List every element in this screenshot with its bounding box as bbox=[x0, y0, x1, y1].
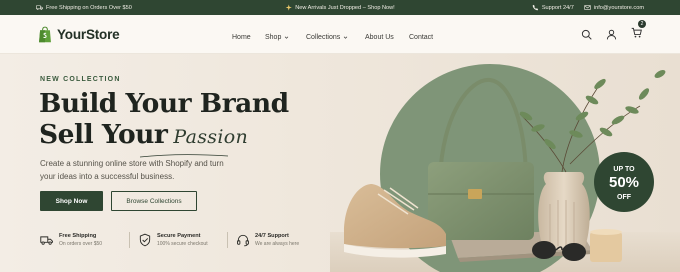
shop-now-button[interactable]: Shop Now bbox=[40, 191, 103, 211]
nav-home[interactable]: Home bbox=[232, 34, 251, 41]
chevron-down-icon bbox=[285, 36, 289, 39]
topbar-support[interactable]: Support 24/7 bbox=[532, 4, 574, 11]
cart-count-badge: 2 bbox=[638, 20, 646, 28]
logo[interactable]: YourStore bbox=[38, 26, 120, 43]
feature-subtitle: We are always here bbox=[255, 241, 300, 247]
user-icon[interactable] bbox=[606, 29, 617, 40]
header-actions: 2 bbox=[581, 20, 646, 43]
feature-item: Free Shipping On orders over $50 bbox=[40, 233, 135, 247]
bag-clasp bbox=[468, 189, 482, 199]
topbar-shipping: Free Shipping on Orders Over $50 bbox=[36, 4, 132, 11]
chevron-down-icon bbox=[344, 36, 348, 39]
sparkle-icon bbox=[285, 4, 292, 11]
nav-shop-label: Shop bbox=[265, 34, 282, 41]
feature-title: Secure Payment bbox=[157, 233, 201, 239]
topbar-email[interactable]: info@yourstore.com bbox=[584, 4, 644, 11]
divider bbox=[129, 232, 130, 248]
divider bbox=[227, 232, 228, 248]
feature-title: 24/7 Support bbox=[255, 233, 289, 239]
logo-text: YourStore bbox=[57, 26, 120, 42]
feature-title: Free Shipping bbox=[59, 233, 97, 239]
mail-icon bbox=[584, 5, 591, 10]
shield-check-icon bbox=[139, 233, 151, 247]
hero-description: Create a stunning online store with Shop… bbox=[40, 159, 224, 181]
truck-icon bbox=[36, 5, 43, 10]
hero-headline-line2-wrap: Sell Your Passion bbox=[39, 119, 289, 153]
nav-collections[interactable]: Collections bbox=[306, 34, 348, 41]
feature-item: Secure Payment 100% secure checkout bbox=[138, 233, 233, 247]
nav-collections-label: Collections bbox=[306, 34, 341, 41]
hero-product-scene: UP TO 50% OFF bbox=[330, 64, 680, 272]
topbar-support-text[interactable]: Support 24/7 bbox=[542, 5, 574, 11]
feature-subtitle: 100% secure checkout bbox=[157, 241, 208, 247]
badge-top: UP TO bbox=[613, 166, 635, 173]
feature-item: 24/7 Support We are always here bbox=[236, 233, 331, 247]
candle bbox=[590, 232, 622, 262]
topbar-shipping-text: Free Shipping on Orders Over $50 bbox=[46, 4, 132, 11]
nav-about[interactable]: About Us bbox=[365, 34, 394, 41]
cart-button[interactable]: 2 bbox=[631, 20, 646, 43]
hero-headline-line2: Sell Your bbox=[39, 119, 168, 150]
site-header: YourStore Home Shop Collections About Us… bbox=[0, 15, 680, 54]
vase bbox=[538, 172, 590, 250]
browse-collections-button[interactable]: Browse Collections bbox=[111, 191, 197, 211]
cart-icon bbox=[631, 27, 642, 38]
badge-bottom: OFF bbox=[617, 194, 632, 201]
shopping-bag-logo-icon bbox=[39, 26, 51, 42]
feature-list: Free Shipping On orders over $50 Secure … bbox=[40, 232, 331, 248]
feature-subtitle: On orders over $50 bbox=[59, 241, 103, 247]
hero-headline: Build Your Brand Sell Your Passion bbox=[39, 88, 289, 153]
hero-section: NEW COLLECTION Build Your Brand Sell You… bbox=[0, 54, 680, 272]
topbar-email-text[interactable]: info@yourstore.com bbox=[594, 5, 644, 11]
announcement-bar: Free Shipping on Orders Over $50 New Arr… bbox=[0, 0, 680, 15]
hero-eyebrow: NEW COLLECTION bbox=[40, 76, 121, 83]
hero-headline-line1: Build Your Brand bbox=[39, 88, 289, 119]
search-icon[interactable] bbox=[581, 29, 592, 40]
topbar-promo-text[interactable]: New Arrivals Just Dropped – Shop Now! bbox=[295, 5, 395, 11]
nav-contact[interactable]: Contact bbox=[409, 34, 433, 41]
headset-icon bbox=[237, 234, 249, 247]
discount-badge: UP TO 50% OFF bbox=[594, 152, 654, 212]
truck-icon bbox=[40, 236, 53, 245]
phone-icon bbox=[532, 4, 538, 11]
hero-headline-script: Passion bbox=[173, 126, 249, 148]
handbag bbox=[428, 162, 534, 240]
nav-shop[interactable]: Shop bbox=[265, 34, 289, 41]
topbar-promo[interactable]: New Arrivals Just Dropped – Shop Now! bbox=[285, 4, 395, 11]
badge-value: 50% bbox=[609, 174, 639, 191]
